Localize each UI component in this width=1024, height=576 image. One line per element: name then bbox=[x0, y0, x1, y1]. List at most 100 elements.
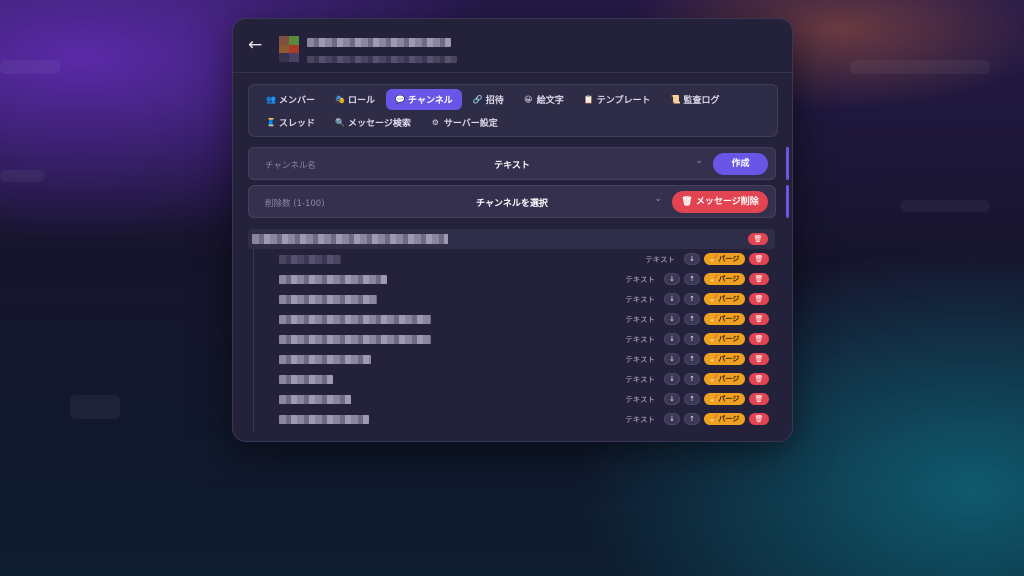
tab-label: テンプレート bbox=[596, 96, 651, 106]
channel-row: テキスト ↓ ↑ 🧹パージ 🗑 bbox=[257, 330, 769, 350]
channel-type-label: テキスト bbox=[625, 334, 655, 344]
tab-label: サーバー設定 bbox=[443, 119, 498, 129]
scroll-indicator bbox=[786, 147, 789, 180]
tab-search[interactable]: 🔍 メッセージ検索 bbox=[326, 112, 420, 133]
emoji-icon: 😀 bbox=[524, 95, 533, 104]
channel-name-redacted bbox=[279, 355, 371, 364]
link-icon: 🔗 bbox=[472, 95, 483, 104]
chat-icon: 💬 bbox=[395, 95, 405, 104]
purge-button[interactable]: 🧹パージ bbox=[704, 393, 745, 405]
move-up-button[interactable]: ↑ bbox=[684, 333, 700, 345]
purge-button[interactable]: 🧹パージ bbox=[704, 353, 745, 365]
channel-actions: テキスト ↓ 🧹パージ 🗑 bbox=[645, 253, 769, 265]
channel-row: テキスト ↓ ↑ 🧹パージ 🗑 bbox=[257, 390, 769, 410]
purge-label: パージ bbox=[718, 275, 740, 283]
move-up-button[interactable]: ↑ bbox=[684, 373, 700, 385]
delete-button-label: メッセージ削除 bbox=[695, 197, 759, 207]
purge-label: パージ bbox=[718, 355, 740, 363]
delete-channel-button[interactable]: 🗑 bbox=[749, 313, 769, 325]
move-up-button[interactable]: ↑ bbox=[684, 293, 700, 305]
tab-role[interactable]: 🎭 ロール bbox=[326, 89, 384, 110]
channel-name-redacted bbox=[279, 395, 351, 404]
delete-messages-button[interactable]: 🗑 メッセージ削除 bbox=[672, 191, 768, 213]
purge-button[interactable]: 🧹パージ bbox=[704, 273, 745, 285]
channel-actions: テキスト ↓ ↑ 🧹パージ 🗑 bbox=[625, 313, 769, 325]
move-down-button[interactable]: ↓ bbox=[664, 353, 680, 365]
purge-button[interactable]: 🧹パージ bbox=[704, 313, 745, 325]
server-subtitle-redacted bbox=[307, 56, 457, 63]
channel-type-label: テキスト bbox=[625, 314, 655, 324]
move-down-button[interactable]: ↓ bbox=[664, 413, 680, 425]
move-down-button[interactable]: ↓ bbox=[664, 313, 680, 325]
server-avatar bbox=[279, 36, 299, 62]
trash-icon: 🗑 bbox=[681, 197, 693, 207]
delete-channel-button[interactable]: 🗑 bbox=[749, 293, 769, 305]
purge-label: パージ bbox=[718, 375, 740, 383]
move-down-button[interactable]: ↓ bbox=[664, 273, 680, 285]
channel-type-label: テキスト bbox=[625, 294, 655, 304]
move-up-button[interactable]: ↑ bbox=[684, 353, 700, 365]
channel-actions: テキスト ↓ ↑ 🧹パージ 🗑 bbox=[625, 333, 769, 345]
delete-channel-button[interactable]: 🗑 bbox=[749, 253, 769, 265]
tree-connector bbox=[253, 249, 254, 431]
purge-button[interactable]: 🧹パージ bbox=[704, 413, 745, 425]
tab-label: 監査ログ bbox=[683, 96, 720, 106]
tab-audit-log[interactable]: 📜 監査ログ bbox=[662, 89, 729, 110]
move-down-button[interactable]: ↓ bbox=[664, 393, 680, 405]
channel-name-redacted bbox=[279, 295, 377, 304]
purge-label: パージ bbox=[718, 255, 740, 263]
delete-channel-button[interactable]: 🗑 bbox=[749, 413, 769, 425]
purge-label: パージ bbox=[718, 395, 740, 403]
delete-channel-button[interactable]: 🗑 bbox=[749, 333, 769, 345]
tab-thread[interactable]: 🧵 スレッド bbox=[257, 112, 324, 133]
channel-row: テキスト ↓ ↑ 🧹パージ 🗑 bbox=[257, 370, 769, 390]
tab-template[interactable]: 📋 テンプレート bbox=[575, 89, 660, 110]
purge-button[interactable]: 🧹パージ bbox=[704, 253, 745, 265]
tab-emoji[interactable]: 😀 絵文字 bbox=[515, 89, 573, 110]
purge-label: パージ bbox=[718, 415, 740, 423]
move-up-button[interactable]: ↑ bbox=[684, 313, 700, 325]
move-down-button[interactable]: ↓ bbox=[664, 293, 680, 305]
channel-actions: テキスト ↓ ↑ 🧹パージ 🗑 bbox=[625, 373, 769, 385]
create-channel-button[interactable]: 作成 bbox=[713, 153, 768, 175]
delete-category-button[interactable]: 🗑 bbox=[748, 233, 768, 245]
panel-header: ← bbox=[233, 19, 792, 73]
channel-name-redacted bbox=[279, 335, 431, 344]
delete-channel-button[interactable]: 🗑 bbox=[749, 373, 769, 385]
back-button[interactable]: ← bbox=[248, 35, 262, 55]
channel-actions: テキスト ↓ ↑ 🧹パージ 🗑 bbox=[625, 293, 769, 305]
tab-link[interactable]: 🔗 招待 bbox=[464, 89, 513, 110]
tab-users[interactable]: 👥 メンバー bbox=[257, 89, 324, 110]
gear-icon: ⚙ bbox=[431, 118, 439, 127]
tab-label: スレッド bbox=[279, 119, 316, 129]
move-up-button[interactable]: ↑ bbox=[684, 413, 700, 425]
delete-channel-button[interactable]: 🗑 bbox=[749, 273, 769, 285]
purge-button[interactable]: 🧹パージ bbox=[704, 293, 745, 305]
delete-channel-button[interactable]: 🗑 bbox=[749, 393, 769, 405]
move-down-button[interactable]: ↓ bbox=[684, 253, 700, 265]
move-down-button[interactable]: ↓ bbox=[664, 373, 680, 385]
role-icon: 🎭 bbox=[335, 95, 345, 104]
create-button-label: 作成 bbox=[731, 159, 750, 169]
move-up-button[interactable]: ↑ bbox=[684, 393, 700, 405]
delete-channel-button[interactable]: 🗑 bbox=[749, 353, 769, 365]
move-down-button[interactable]: ↓ bbox=[664, 333, 680, 345]
channel-type-label: テキスト bbox=[625, 374, 655, 384]
server-name-redacted bbox=[307, 38, 451, 47]
tab-label: メッセージ検索 bbox=[348, 119, 411, 129]
tab-gear[interactable]: ⚙ サーバー設定 bbox=[422, 112, 507, 133]
chevron-down-icon: ⌄ bbox=[695, 156, 703, 166]
template-icon: 📋 bbox=[583, 95, 594, 104]
channel-name-redacted bbox=[279, 315, 431, 324]
tab-label: チャンネル bbox=[408, 96, 453, 106]
channel-type-label: テキスト bbox=[645, 254, 675, 264]
channel-type-label: テキスト bbox=[625, 354, 655, 364]
tab-chat[interactable]: 💬 チャンネル bbox=[386, 89, 462, 110]
channel-row: テキスト ↓ ↑ 🧹パージ 🗑 bbox=[257, 350, 769, 370]
channel-type-label: テキスト bbox=[625, 394, 655, 404]
move-up-button[interactable]: ↑ bbox=[684, 273, 700, 285]
tab-label: メンバー bbox=[279, 96, 316, 106]
channel-row: テキスト ↓ ↑ 🧹パージ 🗑 bbox=[257, 310, 769, 330]
purge-button[interactable]: 🧹パージ bbox=[704, 373, 745, 385]
purge-button[interactable]: 🧹パージ bbox=[704, 333, 745, 345]
